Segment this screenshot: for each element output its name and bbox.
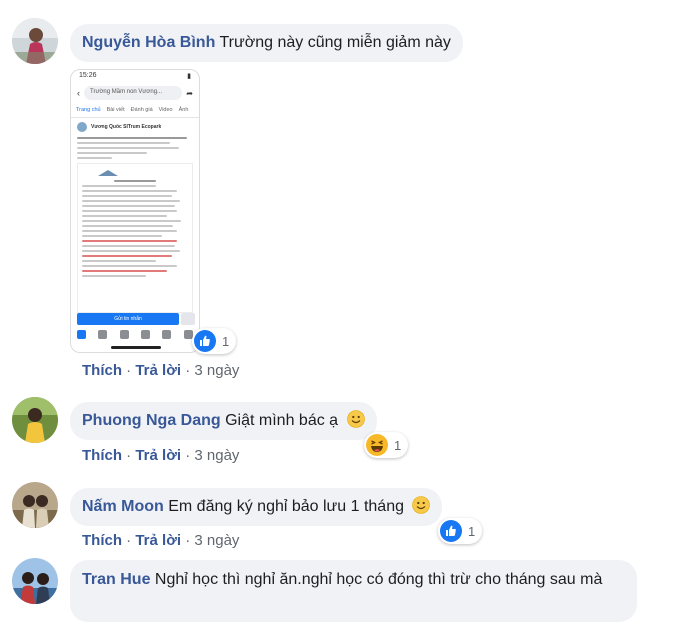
phone-tab: Đánh giá [130,107,153,113]
comment-bubble: Nguyễn Hòa Bình Trường này cũng miễn giả… [70,24,463,62]
phone-tabs: Trang chủ Bài viết Đánh giá Video Ảnh [71,104,199,118]
reaction-count: 1 [394,437,402,453]
comment-bubble: Phuong Nga Dang Giật mình bác ạ [70,402,377,440]
reaction-badge[interactable]: 1 [192,328,237,354]
comment-text: Trường này cũng miễn giảm này [219,34,451,51]
phone-post: Vương Quốc SITrum Ecopark [71,118,199,317]
author-name[interactable]: Nguyễn Hòa Bình [82,34,215,51]
attached-screenshot[interactable]: 15:26 ▮ ‹ Trường Mầm non Vương... ➦ Tran… [70,69,200,353]
friends-icon [98,329,108,339]
comment-text: Giật mình bác ạ [225,412,339,429]
author-name[interactable]: Phuong Nga Dang [82,412,221,429]
phone-tab: Ảnh [178,107,189,113]
phone-tab: Trang chủ [76,107,101,113]
separator: · [126,447,132,464]
haha-icon [366,434,388,456]
notice-document [77,163,193,313]
avatar[interactable] [12,482,58,528]
groups-icon [119,329,129,339]
smiley-emoji [412,496,431,514]
reply-link[interactable]: Trả lời [135,362,181,379]
more-button [181,313,195,325]
comment-bubble: Nấm Moon Em đăng ký nghỉ bảo lưu 1 tháng [70,488,443,526]
like-icon [440,520,462,542]
reaction-badge[interactable]: 1 [438,518,483,544]
notifications-icon [141,329,151,339]
page-name: Vương Quốc SITrum Ecopark [91,124,162,130]
reaction-badge[interactable]: 1 [364,432,409,458]
phone-nav-bar [71,326,199,342]
page-logo-icon [77,122,87,132]
share-icon: ➦ [186,88,193,98]
back-arrow-icon: ‹ [77,88,80,98]
phone-search-box: Trường Mầm non Vương... [84,86,183,100]
like-link[interactable]: Thích [82,532,122,549]
separator: · [126,532,132,549]
separator: · [185,447,191,464]
reaction-count: 1 [222,333,230,349]
mountain-logo-icon [98,170,118,176]
avatar[interactable] [12,18,58,64]
like-icon [194,330,216,352]
status-time: 15:26 [79,72,97,79]
comment-text: Em đăng ký nghỉ bảo lưu 1 tháng [168,498,404,515]
phone-tab: Video [158,107,173,113]
timestamp[interactable]: 3 ngày [194,532,239,549]
separator: · [185,362,191,379]
avatar[interactable] [12,397,58,443]
timestamp[interactable]: 3 ngày [194,362,239,379]
send-message-button: Gửi tin nhắn [77,313,179,325]
comment-actions: Thích · Trả lời · 3 ngày [82,447,239,464]
comment-actions: Thích · Trả lời · 3 ngày [82,362,239,379]
battery-icon: ▮ [187,73,191,80]
home-indicator [111,346,161,349]
reply-link[interactable]: Trả lời [135,532,181,549]
phone-tab: Bài viết [106,107,125,113]
comment-bubble: Tran Hue Nghỉ học thì nghỉ ăn.nghỉ học c… [70,560,637,622]
author-name[interactable]: Nấm Moon [82,498,164,515]
reply-link[interactable]: Trả lời [135,447,181,464]
timestamp[interactable]: 3 ngày [194,447,239,464]
comment-actions: Thích · Trả lời · 3 ngày [82,532,239,549]
like-link[interactable]: Thích [82,447,122,464]
comment-text: Nghỉ học thì nghỉ ăn.nghỉ học có đóng th… [154,571,603,588]
smiley-emoji [346,410,365,428]
bell-icon [162,329,172,339]
like-link[interactable]: Thích [82,362,122,379]
home-icon [77,329,87,339]
separator: · [126,362,132,379]
avatar[interactable] [12,558,58,604]
separator: · [185,532,191,549]
reaction-count: 1 [468,523,476,539]
author-name[interactable]: Tran Hue [82,571,150,588]
phone-search-bar: ‹ Trường Mầm non Vương... ➦ [71,82,199,104]
phone-status-bar: 15:26 ▮ [71,70,199,82]
